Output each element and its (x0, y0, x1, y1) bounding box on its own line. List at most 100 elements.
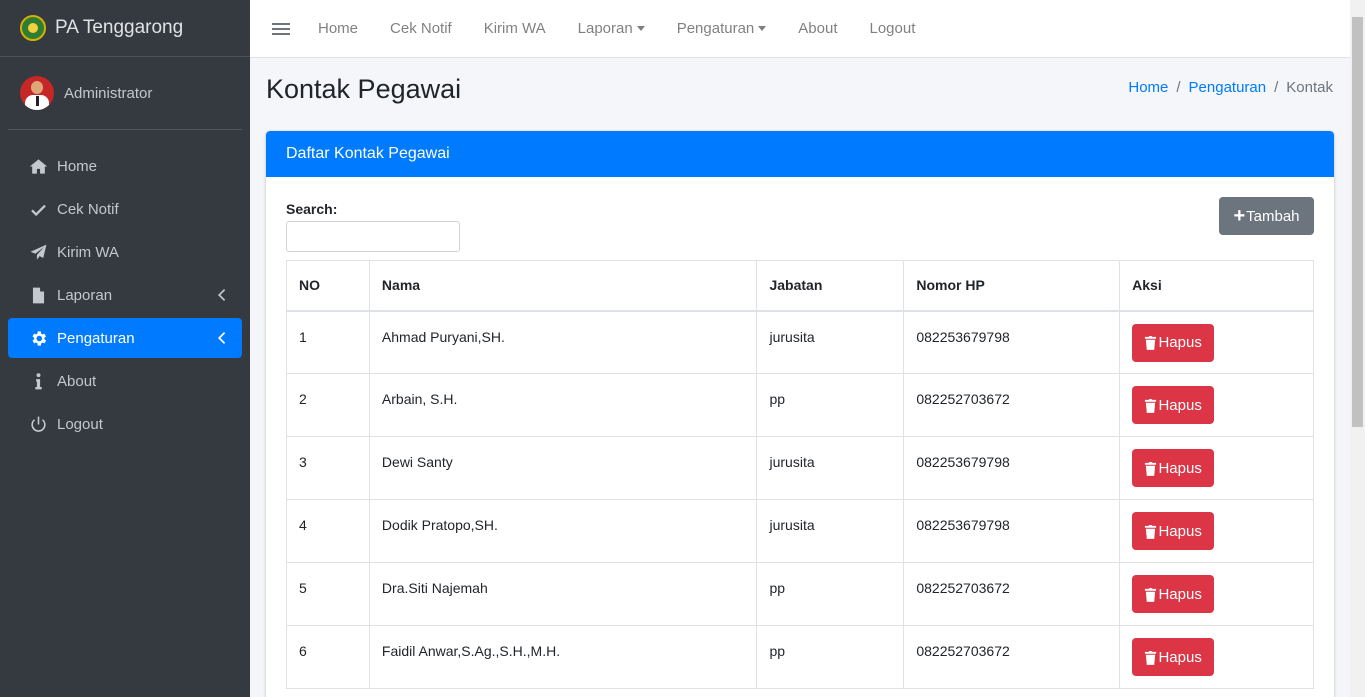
sidebar-item-home[interactable]: Home (8, 146, 242, 186)
cell-no: 2 (286, 373, 370, 437)
table-row: 4 Dodik Pratopo,SH. jurusita 08225367979… (286, 499, 1314, 563)
check-icon (28, 199, 48, 219)
cell-no: 6 (286, 625, 370, 689)
delete-button[interactable]: Hapus (1132, 449, 1215, 487)
trash-icon (1145, 587, 1157, 602)
file-icon (28, 285, 48, 305)
paper-plane-icon (28, 242, 48, 262)
caret-down-icon (758, 26, 767, 31)
sidebar-item-label: Pengaturan (57, 329, 135, 347)
delete-button-label: Hapus (1158, 396, 1202, 414)
breadcrumb-separator: / (1274, 79, 1279, 96)
sidebar-item-label: Logout (57, 415, 103, 433)
search-input[interactable] (286, 221, 460, 252)
cell-nomor-hp: 082253679798 (903, 310, 1121, 374)
column-header-aksi: Aksi (1119, 260, 1314, 312)
cell-aksi: Hapus (1119, 562, 1314, 626)
cell-nama: Dewi Santy (368, 436, 758, 500)
cell-nomor-hp: 082253679798 (903, 499, 1121, 563)
column-header-nomor-hp[interactable]: Nomor HP (903, 260, 1121, 312)
delete-button[interactable]: Hapus (1132, 323, 1215, 362)
trash-icon (1145, 524, 1157, 539)
cell-no: 3 (286, 436, 370, 500)
delete-button-label: Hapus (1158, 334, 1202, 351)
user-name[interactable]: Administrator (64, 85, 152, 102)
add-contact-button[interactable]: + Tambah (1219, 197, 1314, 235)
home-icon (28, 156, 48, 176)
sidebar-item-label: About (57, 372, 97, 390)
sidebar-item-kirim-wa[interactable]: Kirim WA (8, 232, 242, 272)
scrollbar-thumb[interactable] (1352, 17, 1363, 427)
avatar (20, 76, 54, 110)
breadcrumb-current: Kontak (1286, 79, 1333, 96)
cell-nomor-hp: 082253679798 (903, 436, 1121, 500)
trash-icon (1145, 650, 1157, 665)
cell-jabatan: jurusita (756, 436, 905, 500)
delete-button[interactable]: Hapus (1132, 638, 1215, 676)
brand-link[interactable]: PA Tenggarong (0, 0, 250, 57)
menu-icon[interactable] (272, 20, 290, 38)
delete-button[interactable]: Hapus (1132, 512, 1215, 550)
cell-nama: Dra.Siti Najemah (368, 562, 758, 626)
delete-button[interactable]: Hapus (1132, 386, 1215, 424)
column-header-no[interactable]: NO (286, 260, 370, 312)
cell-aksi: Hapus (1119, 310, 1314, 374)
cell-nama: Dodik Pratopo,SH. (368, 499, 758, 563)
search-label: Search: (286, 201, 338, 217)
cell-nomor-hp: 082252703672 (903, 373, 1121, 437)
cell-jabatan: jurusita (756, 310, 905, 374)
cell-aksi: Hapus (1119, 625, 1314, 689)
cell-nama: Arbain, S.H. (368, 373, 758, 437)
nav-link-kirim-wa[interactable]: Kirim WA (484, 20, 546, 37)
sidebar-item-pengaturan[interactable]: Pengaturan (8, 318, 242, 358)
gear-icon (28, 328, 48, 348)
nav-dropdown-pengaturan[interactable]: Pengaturan (677, 20, 767, 37)
contacts-card: Daftar Kontak Pegawai Search: + Tambah N… (266, 131, 1334, 697)
cell-aksi: Hapus (1119, 436, 1314, 500)
nav-dropdown-laporan[interactable]: Laporan (578, 20, 645, 37)
delete-button[interactable]: Hapus (1132, 575, 1215, 613)
cell-jabatan: pp (756, 625, 905, 689)
cell-jabatan: jurusita (756, 499, 905, 563)
sidebar-item-about[interactable]: About (8, 361, 242, 401)
delete-button-label: Hapus (1158, 648, 1202, 666)
nav-link-about[interactable]: About (798, 20, 837, 37)
nav-dropdown-label: Pengaturan (676, 20, 755, 37)
nav-dropdown-label: Laporan (577, 20, 633, 37)
brand-logo (20, 15, 46, 41)
sidebar-item-cek-notif[interactable]: Cek Notif (8, 189, 242, 229)
nav-link-cek-notif[interactable]: Cek Notif (390, 20, 452, 37)
plus-icon: + (1233, 205, 1246, 227)
nav-link-home[interactable]: Home (318, 20, 358, 37)
sidebar-item-label: Cek Notif (57, 200, 119, 218)
caret-down-icon (636, 26, 645, 31)
cell-nomor-hp: 082252703672 (903, 562, 1121, 626)
cell-nama: Ahmad Puryani,SH. (368, 310, 758, 374)
sidebar-item-label: Laporan (57, 286, 113, 304)
column-header-jabatan[interactable]: Jabatan (756, 260, 905, 312)
sidebar-item-logout[interactable]: Logout (8, 404, 242, 444)
page-scrollbar[interactable] (1350, 0, 1365, 697)
cell-jabatan: pp (756, 562, 905, 626)
cell-no: 1 (286, 310, 370, 374)
nav-link-logout[interactable]: Logout (869, 20, 915, 37)
cell-no: 5 (286, 562, 370, 626)
card-title: Daftar Kontak Pegawai (266, 131, 1334, 177)
table-row: 2 Arbain, S.H. pp 082252703672 Hapus (286, 373, 1314, 437)
cell-aksi: Hapus (1119, 499, 1314, 563)
breadcrumb-home[interactable]: Home (1128, 79, 1168, 96)
info-icon (28, 371, 48, 391)
table-row: 3 Dewi Santy jurusita 082253679798 Hapus (286, 436, 1314, 500)
breadcrumb-separator: / (1176, 79, 1181, 96)
cell-nomor-hp: 082252703672 (903, 625, 1121, 689)
page-title: Kontak Pegawai (266, 74, 462, 104)
user-panel: Administrator (8, 57, 242, 130)
chevron-left-icon (216, 331, 228, 345)
breadcrumb-pengaturan[interactable]: Pengaturan (1189, 79, 1267, 96)
column-header-nama[interactable]: Nama (368, 260, 758, 312)
cell-no: 4 (286, 499, 370, 563)
cell-nama: Faidil Anwar,S.Ag.,S.H.,M.H. (368, 625, 758, 689)
trash-icon (1145, 461, 1157, 476)
sidebar-item-laporan[interactable]: Laporan (8, 275, 242, 315)
contacts-table: NO Nama Jabatan Nomor HP Aksi 1 Ahmad Pu… (286, 260, 1314, 689)
